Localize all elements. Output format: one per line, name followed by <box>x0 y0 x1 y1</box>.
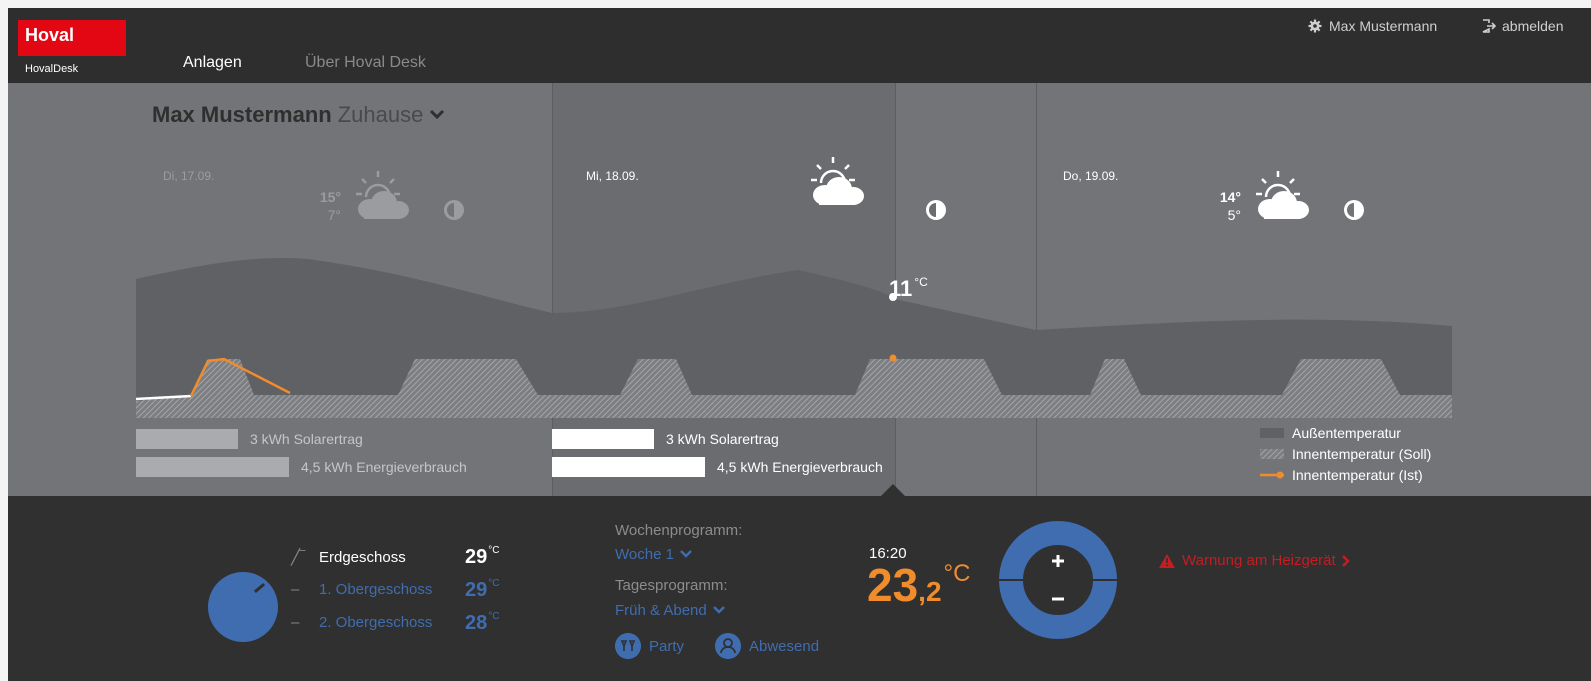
zone-erdgeschoss[interactable]: ╱‾ Erdgeschoss 29°C <box>291 545 499 568</box>
warning-text: Warnung am Heizgerät <box>1182 552 1336 569</box>
legend-indoor-actual: Innentemperatur (Ist) <box>1260 467 1423 483</box>
solar-bar <box>552 429 654 449</box>
zone-og2[interactable]: – 2. Obergeschoss 28°C <box>291 611 499 634</box>
current-outdoor-unit: °C <box>914 275 928 289</box>
room-temp-int: 23 <box>867 559 919 611</box>
energy-consumption-row: 4,5 kWh Energieverbrauch <box>552 457 883 477</box>
zone-temp: 29°C <box>465 578 499 602</box>
weekly-program-value: Woche 1 <box>615 546 674 563</box>
current-outdoor-temp: 11 °C <box>889 275 928 302</box>
party-mode-button[interactable]: Party <box>615 633 684 659</box>
zone-name: 2. Obergeschoss <box>319 614 433 631</box>
legend-outdoor: Außentemperatur <box>1260 425 1401 441</box>
control-panel: ╱‾ Erdgeschoss 29°C – 1. Obergeschoss 29… <box>8 484 1591 681</box>
zone-dial[interactable] <box>208 572 278 642</box>
outdoor-temperature-area <box>136 257 1452 418</box>
warning-link[interactable]: Warnung am Heizgerät <box>1158 552 1350 569</box>
consumption-label: 4,5 kWh Energieverbrauch <box>717 459 883 475</box>
weekly-program-select[interactable]: Woche 1 <box>615 546 692 563</box>
zone-indicator-icon: – <box>291 581 300 598</box>
solar-label: 3 kWh Solarertrag <box>250 431 363 447</box>
room-temp-dec: ,2 <box>918 576 942 607</box>
zone-temp: 29°C <box>465 545 499 569</box>
solar-label: 3 kWh Solarertrag <box>666 431 779 447</box>
app-window: Hoval HovalDesk Anlagen Über Hoval Desk … <box>8 8 1591 681</box>
person-icon <box>715 633 741 659</box>
energy-solar-row: 3 kWh Solarertrag <box>552 429 779 449</box>
zone-temp-value: 29 <box>465 546 488 568</box>
zone-temp-unit: °C <box>488 545 500 556</box>
user-menu[interactable]: Max Mustermann <box>1308 18 1437 34</box>
current-marker <box>889 354 897 362</box>
energy-solar-row: 3 kWh Solarertrag <box>136 429 363 449</box>
current-outdoor-value: 11 <box>889 276 913 301</box>
chevron-right-icon <box>1341 554 1350 567</box>
logout-label: abmelden <box>1502 18 1564 34</box>
zone-temp: 28°C <box>465 611 499 635</box>
legend-swatch <box>1260 471 1284 479</box>
room-temp-unit: °C <box>943 560 971 587</box>
daily-program-label: Tagesprogramm: <box>615 577 728 594</box>
now-pointer <box>881 484 905 496</box>
party-label: Party <box>649 637 685 655</box>
away-label: Abwesend <box>749 637 820 655</box>
consumption-bar <box>552 457 705 477</box>
thermostat-ring[interactable] <box>999 521 1117 639</box>
logo-text: Hoval <box>25 25 75 45</box>
forecast-band: Max Mustermann Zuhause Di, 17.09. 15° 7°… <box>8 83 1591 496</box>
gear-icon <box>1308 19 1322 33</box>
zone-temp-unit: °C <box>488 610 500 622</box>
legend-label: Innentemperatur (Soll) <box>1292 446 1432 462</box>
warning-triangle-icon <box>1159 553 1175 568</box>
solar-bar <box>136 429 238 449</box>
nav-anlagen[interactable]: Anlagen <box>183 54 242 72</box>
decrease-temp-button[interactable] <box>1048 589 1068 609</box>
legend-swatch <box>1260 449 1284 459</box>
consumption-bar <box>136 457 289 477</box>
user-name: Max Mustermann <box>1329 18 1438 34</box>
hoval-logo[interactable]: Hoval <box>18 20 126 56</box>
daily-program-select[interactable]: Früh & Abend <box>615 602 725 619</box>
chevron-down-icon <box>680 550 692 558</box>
zone-name: 1. Obergeschoss <box>319 581 433 598</box>
zone-name: Erdgeschoss <box>319 548 406 566</box>
legend-swatch <box>1260 428 1284 438</box>
top-bar: Hoval HovalDesk Anlagen Über Hoval Desk … <box>8 8 1591 83</box>
away-mode-button[interactable]: Abwesend <box>715 633 819 659</box>
consumption-label: 4,5 kWh Energieverbrauch <box>301 459 467 475</box>
zone-indicator-icon: ╱‾ <box>291 549 306 566</box>
legend-indoor-target: Innentemperatur (Soll) <box>1260 446 1431 462</box>
daily-program-value: Früh & Abend <box>615 602 707 619</box>
zone-temp-unit: °C <box>488 577 500 589</box>
zone-og1[interactable]: – 1. Obergeschoss 29°C <box>291 578 499 601</box>
energy-consumption-row: 4,5 kWh Energieverbrauch <box>136 457 467 477</box>
logout-button[interactable]: abmelden <box>1482 18 1564 34</box>
zone-indicator-icon: – <box>291 614 300 631</box>
zone-temp-value: 28 <box>465 611 488 634</box>
weekly-program-label: Wochenprogramm: <box>615 522 743 539</box>
logout-icon <box>1482 19 1496 33</box>
legend-label: Innentemperatur (Ist) <box>1292 467 1423 483</box>
zone-temp-value: 29 <box>465 578 488 601</box>
product-name: HovalDesk <box>25 63 79 75</box>
party-icon <box>615 633 641 659</box>
legend-label: Außentemperatur <box>1292 425 1401 441</box>
room-temperature: 23,2°C <box>867 559 971 611</box>
chevron-down-icon <box>712 606 725 614</box>
nav-about[interactable]: Über Hoval Desk <box>305 54 426 72</box>
increase-temp-button[interactable] <box>1048 551 1068 571</box>
